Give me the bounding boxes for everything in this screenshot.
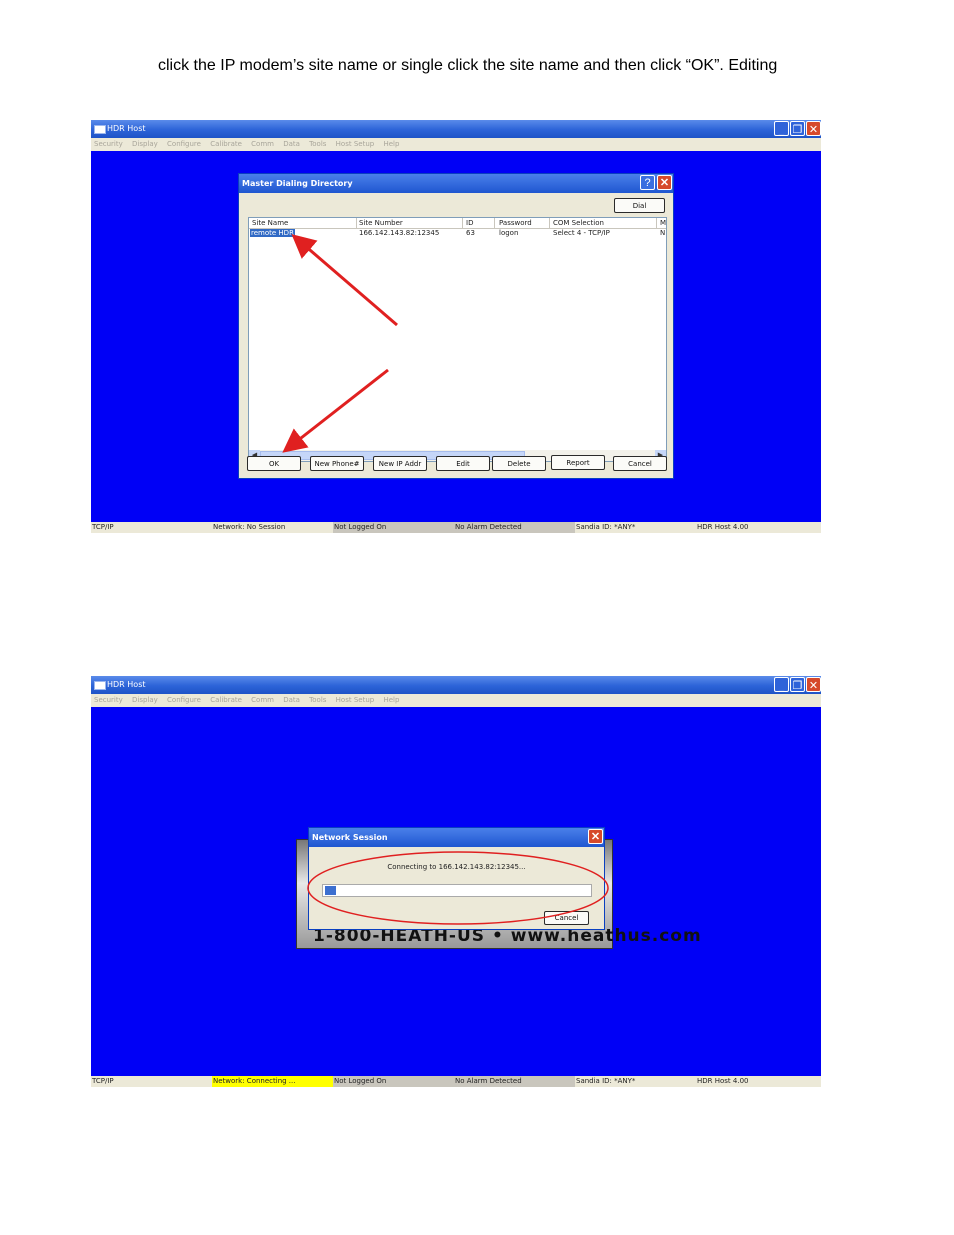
maximize-button[interactable]: ❐ bbox=[790, 677, 805, 692]
delete-button[interactable]: Delete bbox=[492, 456, 546, 471]
dialog-close-button[interactable]: ✕ bbox=[657, 175, 672, 190]
progress-fill bbox=[325, 886, 336, 895]
status-sandia-id: Sandia ID: *ANY* bbox=[576, 523, 636, 531]
dialog-title: Network Session bbox=[309, 828, 604, 847]
menu-data[interactable]: Data bbox=[283, 140, 300, 148]
status-login: Not Logged On bbox=[333, 1076, 454, 1087]
column-site-number[interactable]: Site Number bbox=[359, 219, 403, 227]
password-cell: logon bbox=[499, 229, 519, 237]
new-phone-button[interactable]: New Phone# bbox=[310, 456, 364, 471]
edit-button[interactable]: Edit bbox=[436, 456, 490, 471]
menu-security[interactable]: Security bbox=[94, 140, 123, 148]
connecting-message: Connecting to 166.142.143.82:12345... bbox=[387, 863, 526, 871]
help-icon[interactable]: ? bbox=[640, 175, 655, 190]
status-alarm: No Alarm Detected bbox=[454, 1076, 575, 1087]
dialog-title: Master Dialing Directory bbox=[239, 174, 673, 193]
hdr-host-window-1: HDR Host _ ❐ ✕ Security Display Configur… bbox=[91, 120, 821, 533]
column-m[interactable]: M bbox=[660, 219, 666, 227]
menu-calibrate[interactable]: Calibrate bbox=[210, 696, 242, 704]
site-list[interactable]: Site Name Site Number ID Password COM Se… bbox=[248, 217, 667, 462]
connection-progress-bar bbox=[322, 884, 592, 897]
cancel-button[interactable]: Cancel bbox=[544, 911, 589, 925]
menu-bar: Security Display Configure Calibrate Com… bbox=[91, 694, 821, 707]
network-session-dialog: Network Session ✕ Connecting to 166.142.… bbox=[308, 827, 605, 930]
site-number-cell: 166.142.143.82:12345 bbox=[359, 229, 440, 237]
menu-bar: Security Display Configure Calibrate Com… bbox=[91, 138, 821, 151]
status-network: Network: No Session bbox=[213, 523, 286, 531]
menu-host-setup[interactable]: Host Setup bbox=[336, 140, 375, 148]
status-connection-type: TCP/IP bbox=[92, 523, 114, 531]
cancel-button[interactable]: Cancel bbox=[613, 456, 667, 471]
status-version: HDR Host 4.00 bbox=[697, 1077, 749, 1085]
site-name-cell[interactable]: remote HDR bbox=[250, 229, 295, 237]
status-bar: TCP/IP Network: No Session Not Logged On… bbox=[91, 522, 821, 533]
menu-help[interactable]: Help bbox=[383, 696, 399, 704]
menu-comm[interactable]: Comm bbox=[251, 140, 274, 148]
instruction-text: click the IP modem’s site name or single… bbox=[158, 57, 778, 74]
menu-calibrate[interactable]: Calibrate bbox=[210, 140, 242, 148]
status-sandia-id: Sandia ID: *ANY* bbox=[576, 1077, 636, 1085]
column-site-name[interactable]: Site Name bbox=[252, 219, 288, 227]
menu-tools[interactable]: Tools bbox=[309, 696, 326, 704]
minimize-button[interactable]: _ bbox=[774, 677, 789, 692]
dialog-close-button[interactable]: ✕ bbox=[588, 829, 603, 844]
menu-tools[interactable]: Tools bbox=[309, 140, 326, 148]
column-password[interactable]: Password bbox=[499, 219, 532, 227]
maximize-button[interactable]: ❐ bbox=[790, 121, 805, 136]
title-bar: HDR Host _ ❐ ✕ bbox=[91, 120, 821, 138]
status-version: HDR Host 4.00 bbox=[697, 523, 749, 531]
window-title: HDR Host bbox=[107, 124, 146, 133]
id-cell: 63 bbox=[466, 229, 475, 237]
status-connection-type: TCP/IP bbox=[92, 1077, 114, 1085]
column-id[interactable]: ID bbox=[466, 219, 473, 227]
ok-button[interactable]: OK bbox=[247, 456, 301, 471]
status-network: Network: Connecting ... bbox=[212, 1076, 333, 1087]
new-ip-addr-button[interactable]: New IP Addr bbox=[373, 456, 427, 471]
menu-display[interactable]: Display bbox=[132, 140, 158, 148]
app-icon bbox=[94, 125, 106, 134]
title-bar: HDR Host _ ❐ ✕ bbox=[91, 676, 821, 694]
close-button[interactable]: ✕ bbox=[806, 677, 821, 692]
dial-button[interactable]: Dial bbox=[614, 198, 665, 213]
close-button[interactable]: ✕ bbox=[806, 121, 821, 136]
master-dialing-directory-dialog: Master Dialing Directory ? ✕ Dial Site N… bbox=[238, 173, 674, 479]
status-login: Not Logged On bbox=[333, 522, 454, 533]
column-com-selection[interactable]: COM Selection bbox=[553, 219, 604, 227]
menu-display[interactable]: Display bbox=[132, 696, 158, 704]
menu-configure[interactable]: Configure bbox=[167, 140, 201, 148]
m-cell: N bbox=[660, 229, 666, 237]
hdr-host-window-2: HDR Host _ ❐ ✕ Security Display Configur… bbox=[91, 676, 821, 1087]
menu-comm[interactable]: Comm bbox=[251, 696, 274, 704]
menu-help[interactable]: Help bbox=[383, 140, 399, 148]
menu-host-setup[interactable]: Host Setup bbox=[336, 696, 375, 704]
minimize-button[interactable]: _ bbox=[774, 121, 789, 136]
report-button[interactable]: Report bbox=[551, 455, 605, 470]
table-row[interactable]: remote HDR 166.142.143.82:12345 63 logon… bbox=[249, 228, 666, 238]
status-bar: TCP/IP Network: Connecting ... Not Logge… bbox=[91, 1076, 821, 1087]
menu-configure[interactable]: Configure bbox=[167, 696, 201, 704]
window-title: HDR Host bbox=[107, 680, 146, 689]
com-selection-cell: Select 4 - TCP/IP bbox=[553, 229, 610, 237]
menu-security[interactable]: Security bbox=[94, 696, 123, 704]
status-alarm: No Alarm Detected bbox=[454, 522, 575, 533]
app-icon bbox=[94, 681, 106, 690]
menu-data[interactable]: Data bbox=[283, 696, 300, 704]
